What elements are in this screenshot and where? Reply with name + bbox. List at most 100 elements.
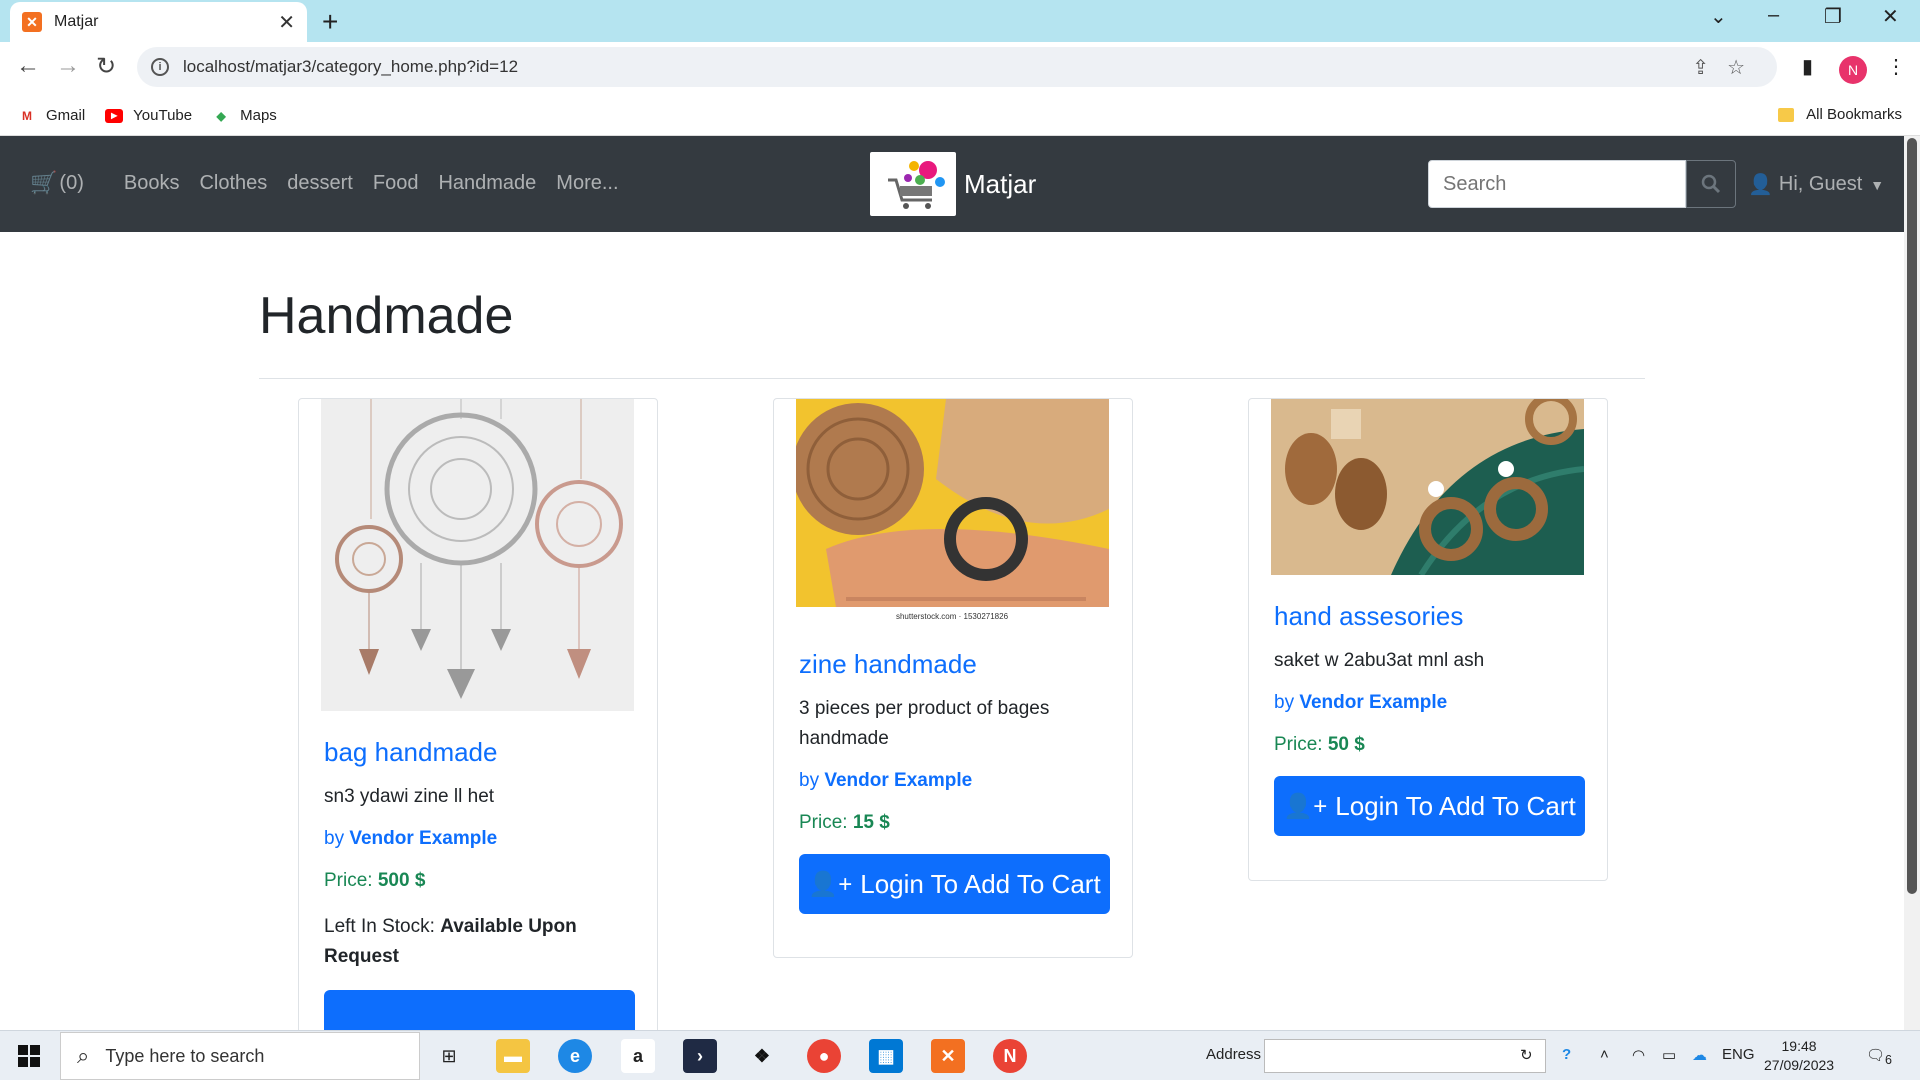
- restore-icon[interactable]: ❐: [1824, 4, 1842, 29]
- page-viewport: 🛒 (0) Books Clothes dessert Food Handmad…: [0, 136, 1904, 1030]
- vendor-link[interactable]: Vendor Example: [824, 770, 972, 791]
- product-image-straw-bags[interactable]: shutterstock.com · 1530271826: [796, 399, 1109, 623]
- wifi-icon[interactable]: ◠: [1632, 1046, 1645, 1064]
- nav-link-handmade[interactable]: Handmade: [438, 172, 536, 195]
- price-label: Price:: [324, 870, 373, 891]
- search-input[interactable]: [1428, 160, 1686, 208]
- refresh-icon[interactable]: ↻: [1520, 1046, 1533, 1064]
- edge-icon[interactable]: e: [558, 1039, 592, 1073]
- profile-avatar[interactable]: N: [1839, 56, 1867, 84]
- nav-link-dessert[interactable]: dessert: [287, 172, 353, 195]
- search-icon: ⌕: [77, 1043, 90, 1068]
- stock-label: Left In Stock:: [324, 916, 435, 937]
- store-icon[interactable]: ▦: [869, 1039, 903, 1073]
- clock-date: 27/09/2023: [1764, 1057, 1835, 1073]
- address-bar[interactable]: i localhost/matjar3/category_home.php?id…: [137, 47, 1777, 87]
- product-price: Price: 50 $: [1274, 734, 1585, 756]
- vendor-prefix: by: [799, 770, 820, 791]
- search-button[interactable]: [1686, 160, 1736, 208]
- forward-icon[interactable]: →: [56, 52, 80, 80]
- product-title[interactable]: zine handmade: [799, 649, 1110, 680]
- add-to-cart-button[interactable]: [324, 990, 635, 1030]
- user-greeting: Hi, Guest: [1778, 173, 1863, 195]
- language-indicator[interactable]: ENG: [1722, 1046, 1755, 1063]
- notifications-icon[interactable]: 🗨6: [1866, 1046, 1892, 1067]
- all-bookmarks[interactable]: All Bookmarks: [1778, 106, 1902, 123]
- product-vendor: by Vendor Example: [1274, 692, 1585, 714]
- windows-taskbar: ⌕ Type here to search ⊞ ▬ e a › ❖ ● ▦ ✕ …: [0, 1030, 1920, 1080]
- task-view-icon[interactable]: ⊞: [432, 1039, 466, 1073]
- tab-search-chevron-icon[interactable]: ⌄: [1710, 4, 1727, 29]
- tab-close-icon[interactable]: ✕: [278, 10, 295, 35]
- site-info-icon[interactable]: i: [151, 58, 169, 76]
- matjar-logo: [870, 152, 956, 216]
- tray-overflow-icon[interactable]: ˄: [1600, 1046, 1609, 1063]
- new-tab-icon[interactable]: +: [322, 6, 338, 38]
- bookmark-youtube[interactable]: ▶ YouTube: [105, 107, 192, 124]
- button-label: Login To Add To Cart: [1335, 790, 1576, 821]
- product-description: 3 pieces per product of bages handmade: [799, 698, 1050, 749]
- nav-link-food[interactable]: Food: [373, 172, 419, 195]
- bookmark-gmail[interactable]: M Gmail: [18, 107, 85, 124]
- share-icon[interactable]: ⇪: [1692, 57, 1727, 79]
- taskbar-search-placeholder: Type here to search: [105, 1045, 265, 1066]
- taskbar-search[interactable]: ⌕ Type here to search: [60, 1032, 420, 1080]
- login-to-add-to-cart-button[interactable]: 👤+ Login To Add To Cart: [1274, 776, 1585, 836]
- terminal-app-icon[interactable]: ›: [683, 1039, 717, 1073]
- vendor-link[interactable]: Vendor Example: [1299, 692, 1447, 713]
- amazon-icon[interactable]: a: [621, 1039, 655, 1073]
- clock-time: 19:48: [1781, 1038, 1817, 1054]
- image-caption: shutterstock.com · 1530271826: [896, 612, 1009, 621]
- product-title[interactable]: bag handmade: [324, 737, 635, 768]
- notification-count: 6: [1885, 1053, 1892, 1067]
- taskbar-clock[interactable]: 19:48 27/09/2023: [1764, 1037, 1834, 1075]
- onedrive-icon[interactable]: ☁: [1692, 1046, 1707, 1064]
- windows-start-icon[interactable]: [18, 1045, 40, 1067]
- product-stock: Left In Stock: Available Upon Request: [324, 912, 635, 972]
- battery-icon[interactable]: ▭: [1662, 1046, 1676, 1064]
- help-icon[interactable]: ?: [1562, 1046, 1571, 1063]
- chrome-profile-icon[interactable]: N: [993, 1039, 1027, 1073]
- page-scrollbar[interactable]: [1904, 136, 1920, 1030]
- bookmark-label: YouTube: [133, 107, 193, 124]
- nav-link-books[interactable]: Books: [124, 172, 180, 195]
- product-description: sn3 ydawi zine ll het: [324, 786, 495, 807]
- product-image-accessories[interactable]: [1271, 399, 1584, 575]
- chrome-icon[interactable]: ●: [807, 1039, 841, 1073]
- browser-tab[interactable]: ✕ Matjar ✕: [10, 2, 307, 42]
- product-title[interactable]: hand assesories: [1274, 601, 1585, 632]
- nav-link-clothes[interactable]: Clothes: [199, 172, 267, 195]
- brand-link[interactable]: Matjar: [870, 152, 1036, 216]
- browser-menu-icon[interactable]: ⋮: [1886, 54, 1906, 79]
- product-price: Price: 15 $: [799, 812, 1110, 834]
- bookmark-star-icon[interactable]: ☆: [1727, 57, 1763, 79]
- product-description: saket w 2abu3at mnl ash: [1274, 650, 1485, 671]
- product-card: hand assesories saket w 2abu3at mnl ash …: [1248, 398, 1608, 881]
- browser-tab-strip: ✕ Matjar ✕ + ⌄ – ❐ ✕: [0, 0, 1920, 42]
- address-toolbar-input[interactable]: [1264, 1039, 1546, 1073]
- vendor-link[interactable]: Vendor Example: [349, 828, 497, 849]
- scrollbar-thumb[interactable]: [1907, 138, 1917, 894]
- bookmark-maps[interactable]: ◆ Maps: [212, 107, 277, 124]
- file-explorer-icon[interactable]: ▬: [496, 1039, 530, 1073]
- dropbox-icon[interactable]: ❖: [745, 1039, 779, 1073]
- folder-icon: [1778, 107, 1795, 122]
- product-vendor: by Vendor Example: [324, 828, 635, 850]
- login-to-add-to-cart-button[interactable]: 👤+ Login To Add To Cart: [799, 854, 1110, 914]
- cart-link[interactable]: 🛒 (0): [30, 170, 104, 196]
- product-card: shutterstock.com · 1530271826 zine handm…: [773, 398, 1133, 958]
- xampp-icon[interactable]: ✕: [931, 1039, 965, 1073]
- reload-icon[interactable]: ↻: [96, 52, 116, 81]
- vendor-prefix: by: [1274, 692, 1295, 713]
- product-image-dreamcatchers[interactable]: [321, 399, 634, 711]
- product-body: hand assesories saket w 2abu3at mnl ash …: [1274, 601, 1585, 836]
- user-dropdown[interactable]: 👤 Hi, Guest ▼: [1748, 172, 1884, 197]
- back-icon[interactable]: ←: [16, 52, 40, 80]
- button-label: Login To Add To Cart: [860, 868, 1101, 899]
- window-close-icon[interactable]: ✕: [1882, 4, 1899, 29]
- side-panel-icon[interactable]: ▮: [1802, 54, 1813, 79]
- cart-count: (0): [59, 171, 84, 194]
- maps-icon: ◆: [216, 108, 226, 123]
- nav-link-more[interactable]: More...: [556, 172, 618, 195]
- minimize-icon[interactable]: –: [1768, 4, 1779, 27]
